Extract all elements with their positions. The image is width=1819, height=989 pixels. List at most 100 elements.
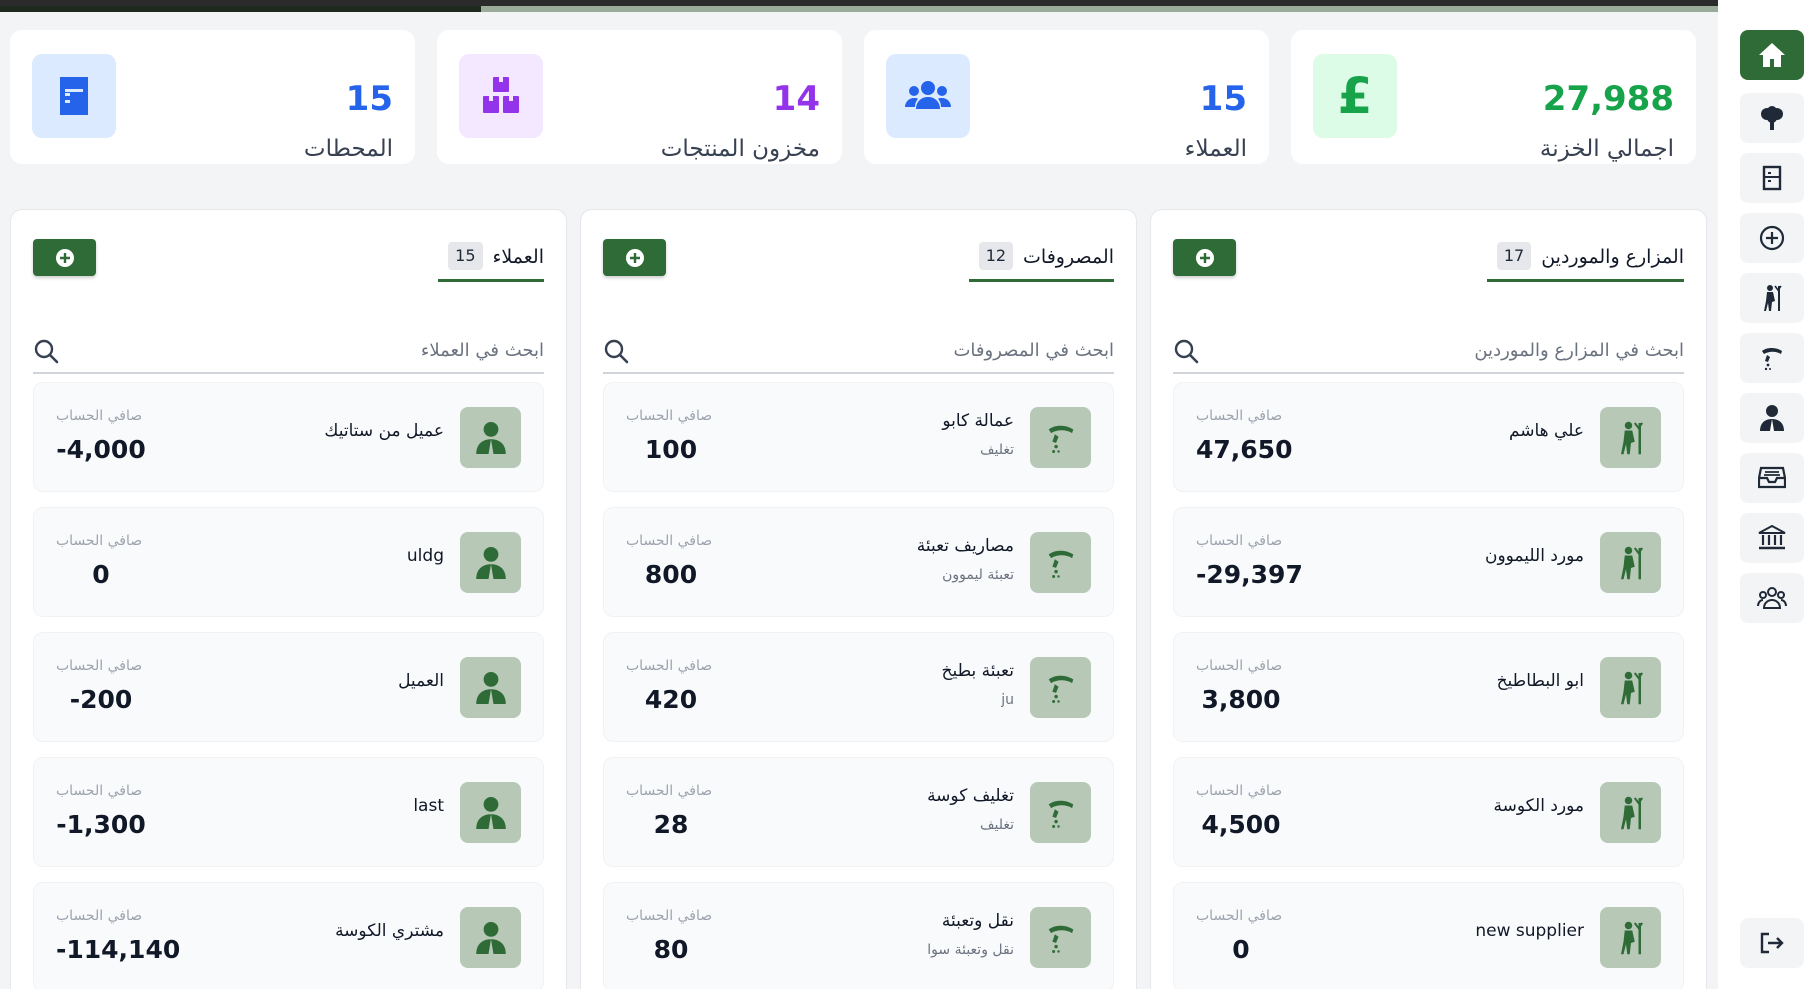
item-name: new supplier (1475, 921, 1584, 941)
item-name: تعبئة بطيخ (941, 661, 1015, 681)
sidebar-item-add[interactable] (1740, 213, 1804, 263)
search-bar (33, 328, 544, 374)
item-name: عميل من ستاتيك (324, 421, 444, 441)
balance-value: 0 (92, 560, 110, 589)
item-name: مشتري الكوسة (335, 921, 444, 941)
balance-label: صافي الحساب (1196, 783, 1283, 799)
balance-label: صافي الحساب (626, 408, 713, 424)
item-subtitle: ju (1001, 692, 1014, 708)
sidebar-item-inbox[interactable] (1740, 453, 1804, 503)
list-item[interactable]: علي هاشم صافي الحساب 47,650 (1173, 382, 1684, 492)
sidebar-item-team[interactable] (1740, 573, 1804, 623)
tab-suppliers[interactable]: 17 المزارع والموردين (1486, 234, 1684, 282)
balance-value: 3,800 (1201, 685, 1281, 714)
list-item[interactable]: uldg صافي الحساب 0 (33, 507, 544, 617)
farmer-icon (1616, 545, 1646, 581)
loading-progress-fill (0, 6, 481, 12)
tab-count-badge: 12 (978, 242, 1014, 270)
list-item[interactable]: مشتري الكوسة صافي الحساب -114,140 (33, 882, 544, 989)
sidebar-item-farms[interactable] (1740, 93, 1804, 143)
search-input[interactable] (84, 328, 544, 372)
item-subtitle: تغليف (979, 817, 1014, 833)
sidebar-item-expenses[interactable] (1740, 333, 1804, 383)
sidebar-item-logout[interactable] (1740, 918, 1804, 968)
search-icon (33, 338, 59, 364)
avatar (460, 657, 521, 718)
avatar (1030, 782, 1091, 843)
farmer-icon (1616, 920, 1646, 956)
sidebar-item-stations[interactable] (1740, 153, 1804, 203)
hand-money-icon (1759, 345, 1785, 371)
sidebar-item-bank[interactable] (1740, 513, 1804, 563)
farmer-icon (1616, 420, 1646, 456)
team-icon (1757, 586, 1787, 610)
balance-value: 80 (653, 935, 689, 964)
boxes-icon (459, 54, 543, 138)
sidebar-item-home[interactable] (1740, 30, 1804, 80)
plus-circle-icon (55, 248, 74, 267)
balance-label: صافي الحساب (56, 408, 143, 424)
stat-value: 15 (1199, 79, 1247, 119)
tab-title: المزارع والموردين (1541, 246, 1684, 268)
search-input[interactable] (1224, 328, 1684, 372)
inbox-icon (1758, 466, 1786, 490)
list-item[interactable]: مورد الكوسة صافي الحساب 4,500 (1173, 757, 1684, 867)
pound-icon: £ (1313, 54, 1397, 138)
list-item[interactable]: تعبئة بطيخ ju صافي الحساب 420 (603, 632, 1114, 742)
sidebar-item-customers[interactable] (1740, 393, 1804, 443)
list: علي هاشم صافي الحساب 47,650 مورد الليموون صا… (1173, 382, 1684, 989)
list-item[interactable]: العميل صافي الحساب -200 (33, 632, 544, 742)
list-item[interactable]: new supplier صافي الحساب 0 (1173, 882, 1684, 989)
balance-label: صافي الحساب (626, 533, 713, 549)
list-item[interactable]: مورد الليموون صافي الحساب -29,397 (1173, 507, 1684, 617)
add-supplier-button[interactable] (1173, 239, 1236, 276)
avatar (1600, 532, 1661, 593)
balance-value: 0 (1232, 935, 1250, 964)
list-item[interactable]: نقل وتعبئة نقل وتعبئة سوا صافي الحساب 80 (603, 882, 1114, 989)
stat-label: مخزون المنتجات (660, 136, 820, 162)
hand-money-icon (1045, 922, 1077, 954)
item-subtitle: تعبئة ليموون (942, 567, 1014, 583)
farmer-icon (1760, 284, 1784, 312)
tab-expenses[interactable]: 12 المصروفات (968, 234, 1114, 282)
avatar (1600, 782, 1661, 843)
balance-label: صافي الحساب (1196, 658, 1283, 674)
list-item[interactable]: تغليف كوسة تغليف صافي الحساب 28 (603, 757, 1114, 867)
sidebar (1718, 0, 1819, 989)
add-customer-button[interactable] (33, 239, 96, 276)
plus-circle-icon (625, 248, 644, 267)
tab-customers[interactable]: 15 العملاء (438, 234, 544, 282)
balance-value: 420 (644, 685, 698, 714)
item-name: مورد الليموون (1484, 546, 1584, 566)
list-item[interactable]: عميل من ستاتيك صافي الحساب -4,000 (33, 382, 544, 492)
customer-icon (475, 545, 507, 581)
list-item[interactable]: last صافي الحساب -1,300 (33, 757, 544, 867)
balance-value: -4,000 (56, 435, 146, 464)
customer-icon (475, 795, 507, 831)
item-name: ابو البطاطيخ (1496, 671, 1584, 691)
stat-card-treasury: 27,988 اجمالي الخزنة £ (1291, 30, 1696, 164)
balance-label: صافي الحساب (56, 533, 143, 549)
station-icon (32, 54, 116, 138)
avatar (460, 407, 521, 468)
sidebar-item-suppliers[interactable] (1740, 273, 1804, 323)
list-item[interactable]: مصاريف تعبئة تعبئة ليموون صافي الحساب 800 (603, 507, 1114, 617)
avatar (1600, 407, 1661, 468)
item-name: علي هاشم (1508, 421, 1584, 441)
plus-circle-icon (1759, 225, 1785, 251)
avatar (1600, 907, 1661, 968)
list-item[interactable]: ابو البطاطيخ صافي الحساب 3,800 (1173, 632, 1684, 742)
customer-icon (1759, 404, 1785, 432)
item-name: نقل وتعبئة (941, 911, 1014, 931)
bank-icon (1758, 525, 1786, 551)
balance-value: 47,650 (1196, 435, 1293, 464)
balance-label: صافي الحساب (1196, 408, 1283, 424)
search-input[interactable] (654, 328, 1114, 372)
search-bar (603, 328, 1114, 374)
list-item[interactable]: عمالة كابو تغليف صافي الحساب 100 (603, 382, 1114, 492)
home-icon (1757, 41, 1787, 69)
list: عمالة كابو تغليف صافي الحساب 100 مصاريف تعبئ… (603, 382, 1114, 989)
item-name: عمالة كابو (942, 411, 1014, 431)
item-subtitle: تغليف (979, 442, 1014, 458)
add-expense-button[interactable] (603, 239, 666, 276)
